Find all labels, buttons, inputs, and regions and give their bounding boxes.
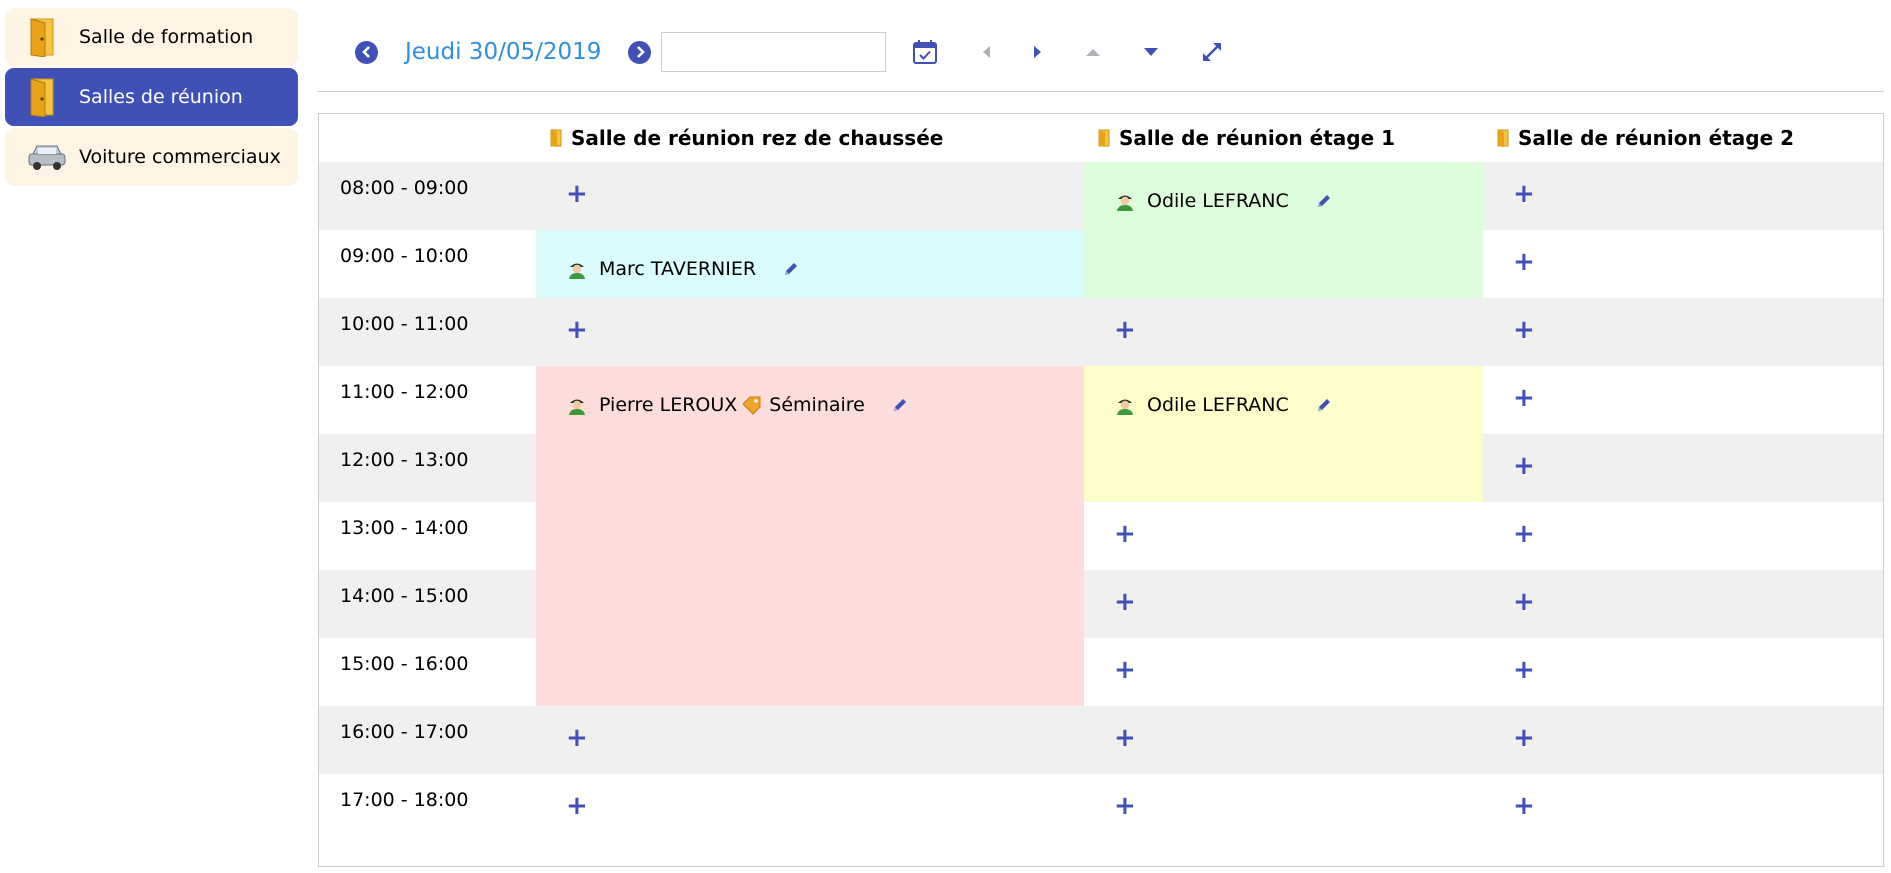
- reservation-content: Marc TAVERNIER: [567, 258, 800, 280]
- reservation-content: Odile LEFRANC: [1115, 190, 1333, 212]
- reservation-name: Odile LEFRANC: [1147, 190, 1289, 212]
- time-slot-label: 17:00 - 18:00: [340, 789, 469, 811]
- edit-pencil-icon[interactable]: [891, 396, 909, 414]
- time-slot-label: 08:00 - 09:00: [340, 177, 469, 199]
- toolbar-divider: [318, 91, 1884, 92]
- edit-pencil-icon[interactable]: [782, 260, 800, 278]
- tag-icon: [741, 395, 763, 415]
- move-up-button[interactable]: [1084, 46, 1102, 58]
- reservation-name: Marc TAVERNIER: [599, 258, 757, 280]
- previous-day-button[interactable]: [355, 40, 378, 64]
- caret-right-icon: [1034, 46, 1042, 58]
- room-header: Salle de réunion rez de chaussée: [549, 114, 943, 162]
- room-header-label: Salle de réunion étage 2: [1518, 126, 1795, 150]
- caret-up-icon: [1086, 49, 1101, 56]
- caret-down-icon: [1144, 48, 1159, 56]
- previous-button[interactable]: [980, 44, 992, 60]
- add-reservation-button[interactable]: +: [566, 181, 588, 207]
- time-slot-label: 09:00 - 10:00: [340, 245, 469, 267]
- user-icon: [567, 395, 587, 415]
- fullscreen-button[interactable]: [1200, 40, 1224, 64]
- door-icon: [27, 77, 69, 117]
- user-icon: [1115, 395, 1135, 415]
- time-slot-label: 16:00 - 17:00: [340, 721, 469, 743]
- door-icon: [1097, 129, 1111, 147]
- time-slot-label: 15:00 - 16:00: [340, 653, 469, 675]
- edit-pencil-icon[interactable]: [1315, 396, 1333, 414]
- next-day-button[interactable]: [628, 40, 652, 64]
- add-reservation-button[interactable]: +: [1114, 793, 1136, 819]
- reservation-block[interactable]: Marc TAVERNIER: [536, 230, 1084, 298]
- add-reservation-button[interactable]: +: [1114, 725, 1136, 751]
- room-header-row: Salle de réunion rez de chaussée Salle d…: [319, 114, 1883, 162]
- sidebar-item-salles-reunion[interactable]: Salles de réunion: [5, 68, 298, 126]
- add-reservation-button[interactable]: +: [1114, 317, 1136, 343]
- add-reservation-button[interactable]: +: [1114, 589, 1136, 615]
- sidebar-item-voiture[interactable]: Voiture commerciaux: [5, 128, 298, 186]
- reservation-content: Odile LEFRANC: [1115, 394, 1333, 416]
- add-reservation-button[interactable]: +: [1513, 317, 1535, 343]
- user-icon: [1115, 191, 1135, 211]
- add-reservation-button[interactable]: +: [1513, 249, 1535, 275]
- time-slot-label: 11:00 - 12:00: [340, 381, 469, 403]
- current-date[interactable]: Jeudi 30/05/2019: [405, 39, 601, 65]
- time-slot-label: 10:00 - 11:00: [340, 313, 469, 335]
- planning-grid: Salle de réunion rez de chaussée Salle d…: [318, 113, 1884, 867]
- room-header: Salle de réunion étage 1: [1097, 114, 1395, 162]
- room-header-label: Salle de réunion étage 1: [1119, 126, 1396, 150]
- user-icon: [567, 259, 587, 279]
- add-reservation-button[interactable]: +: [1513, 385, 1535, 411]
- date-toolbar: Jeudi 30/05/2019: [355, 24, 1224, 80]
- add-reservation-button[interactable]: +: [1513, 181, 1535, 207]
- caret-left-icon: [983, 46, 991, 58]
- sidebar-item-label: Salles de réunion: [79, 86, 243, 108]
- door-icon: [549, 129, 563, 147]
- reservation-name: Odile LEFRANC: [1147, 394, 1289, 416]
- expand-icon: [1203, 43, 1222, 61]
- calendar-button[interactable]: [912, 39, 938, 65]
- time-slot-label: 14:00 - 15:00: [340, 585, 469, 607]
- add-reservation-button[interactable]: +: [1114, 657, 1136, 683]
- calendar-check-icon: [913, 40, 938, 64]
- chevron-left-icon: [361, 46, 370, 58]
- resource-sidebar: Salle de formation Salles de réunion Voi…: [5, 8, 298, 188]
- chevron-right-icon: [636, 46, 645, 58]
- add-reservation-button[interactable]: +: [566, 793, 588, 819]
- car-icon: [27, 142, 69, 172]
- add-reservation-button[interactable]: +: [1513, 657, 1535, 683]
- time-slot-row: 10:00 - 11:00 + + +: [319, 298, 1883, 366]
- room-header-label: Salle de réunion rez de chaussée: [571, 126, 944, 150]
- date-input[interactable]: [661, 32, 887, 72]
- door-icon: [1496, 129, 1510, 147]
- reservation-label: Séminaire: [769, 394, 865, 416]
- reservation-content: Pierre LEROUX Séminaire: [567, 394, 909, 416]
- time-slot-label: 13:00 - 14:00: [340, 517, 469, 539]
- time-slot-row: 17:00 - 18:00 + + +: [319, 774, 1883, 842]
- sidebar-item-salle-formation[interactable]: Salle de formation: [5, 8, 298, 66]
- add-reservation-button[interactable]: +: [1114, 521, 1136, 547]
- add-reservation-button[interactable]: +: [1513, 725, 1535, 751]
- sidebar-item-label: Voiture commerciaux: [79, 146, 281, 168]
- door-icon: [27, 17, 69, 57]
- time-slot-label: 12:00 - 13:00: [340, 449, 469, 471]
- add-reservation-button[interactable]: +: [1513, 521, 1535, 547]
- add-reservation-button[interactable]: +: [1513, 589, 1535, 615]
- time-slot-row: 16:00 - 17:00 + + +: [319, 706, 1883, 774]
- move-down-button[interactable]: [1142, 46, 1160, 58]
- reservation-block[interactable]: Odile LEFRANC: [1084, 162, 1483, 298]
- add-reservation-button[interactable]: +: [1513, 453, 1535, 479]
- sidebar-item-label: Salle de formation: [79, 26, 254, 48]
- add-reservation-button[interactable]: +: [566, 317, 588, 343]
- add-reservation-button[interactable]: +: [1513, 793, 1535, 819]
- reservation-block[interactable]: Pierre LEROUX Séminaire: [536, 366, 1084, 706]
- add-reservation-button[interactable]: +: [566, 725, 588, 751]
- reservation-block[interactable]: Odile LEFRANC: [1084, 366, 1483, 502]
- edit-pencil-icon[interactable]: [1315, 192, 1333, 210]
- next-button[interactable]: [1032, 44, 1044, 60]
- reservation-name: Pierre LEROUX: [599, 394, 738, 416]
- room-header: Salle de réunion étage 2: [1496, 114, 1794, 162]
